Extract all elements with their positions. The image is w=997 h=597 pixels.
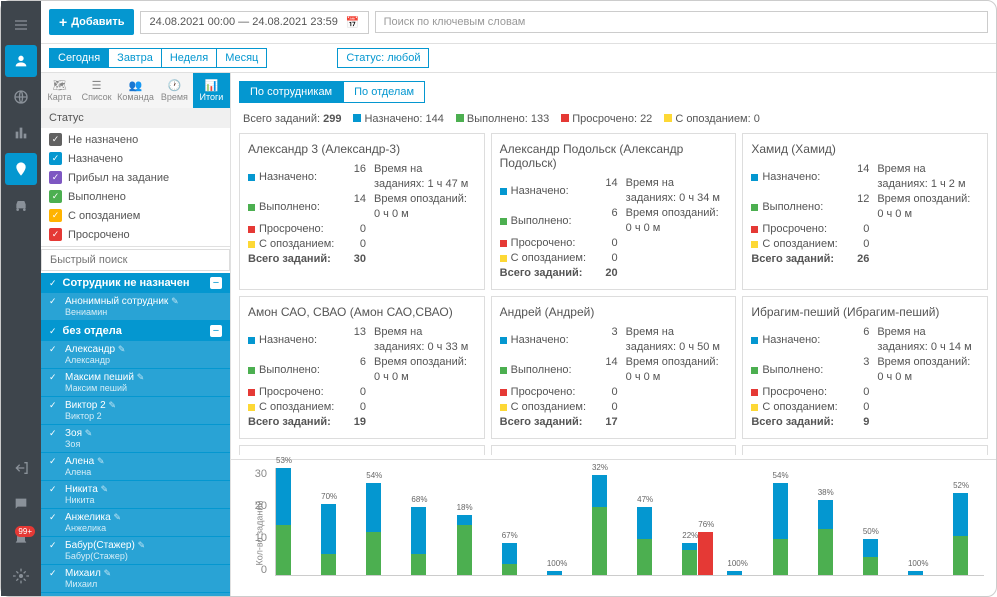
chart-bar: 54% (773, 468, 804, 575)
employee-card: Ибрагим-пеший (Ибрагим-пеший)Назначено:6… (742, 296, 988, 439)
calendar-icon: 📅 (346, 16, 360, 29)
employee-card: Александр 3 (Александр-3)Назначено:16Вре… (239, 133, 485, 290)
chart-bar: 22%76% (682, 468, 713, 575)
nav-rail: 99+ (1, 1, 41, 596)
tab-by-department[interactable]: По отделам (343, 81, 425, 103)
employee-card: Хамид (Хамид)Назначено:14Время на задани… (742, 133, 988, 290)
chart-bar: 53% (276, 468, 307, 575)
status-filter-dropdown[interactable]: Статус: любой (337, 48, 429, 68)
employee-card: Александр Подольск (Александр Подольск)Н… (491, 133, 737, 290)
chart-bar: 68% (411, 468, 442, 575)
employee-item[interactable]: Зоя ✎Зоя (41, 425, 230, 453)
chart-bar: 52% (953, 468, 984, 575)
employee-item[interactable]: Виктор 2 ✎Виктор 2 (41, 397, 230, 425)
rail-menu-icon[interactable] (5, 9, 37, 41)
chart-bar: 100% (547, 468, 578, 575)
status-checkbox[interactable]: Не назначено (41, 130, 230, 149)
topbar: Добавить 24.08.2021 00:00 — 24.08.2021 2… (41, 1, 996, 44)
employee-item[interactable]: Алена ✎Алена (41, 453, 230, 481)
tab-by-employee[interactable]: По сотрудникам (239, 81, 343, 103)
view-tab-3[interactable]: 🕐Время (156, 73, 193, 108)
chart-bar: 18% (457, 468, 488, 575)
rail-chart-icon[interactable] (5, 117, 37, 149)
status-checkbox[interactable]: Назначено (41, 149, 230, 168)
chart-bar: 100% (727, 468, 758, 575)
search-input[interactable]: Поиск по ключевым словам (375, 11, 988, 33)
rail-car-icon[interactable] (5, 189, 37, 221)
rail-gear-icon[interactable] (5, 560, 37, 592)
status-checkbox[interactable]: Просрочено (41, 225, 230, 244)
rail-bell-icon[interactable]: 99+ (5, 524, 37, 556)
employee-group-header[interactable]: ✓ Сотрудник не назначен− (41, 273, 230, 293)
period-toggle: Сегодня Завтра Неделя Месяц (49, 48, 267, 68)
chart: Кол-во заданий 3020100 53%70%54%68%18%67… (231, 459, 996, 596)
employee-item[interactable]: Александр ✎Александр (41, 341, 230, 369)
rail-pin-icon[interactable] (5, 153, 37, 185)
chart-bar: 54% (366, 468, 397, 575)
view-tab-1[interactable]: ☰Список (78, 73, 115, 108)
chart-bar: 50% (863, 468, 894, 575)
notification-badge: 99+ (15, 526, 35, 537)
chart-bar: 70% (321, 468, 352, 575)
add-button[interactable]: Добавить (49, 9, 134, 35)
employee-card: Вика (Вика)Назначено:1Время на заданиях:… (239, 445, 485, 455)
chart-bar: 47% (637, 468, 668, 575)
employee-item[interactable]: Анонимный сотрудник ✎Вениамин (41, 293, 230, 321)
employee-item[interactable]: Михаил ✎Михаил (41, 565, 230, 593)
rail-exit-icon[interactable] (5, 452, 37, 484)
quick-search-input[interactable] (41, 249, 230, 271)
employee-card: Андрей (Андрей)Назначено:3Время на задан… (491, 296, 737, 439)
chart-bar: 67% (502, 468, 533, 575)
employee-item[interactable]: Анжелика ✎Анжелика (41, 509, 230, 537)
period-week[interactable]: Неделя (162, 49, 217, 67)
period-today[interactable]: Сегодня (50, 49, 109, 67)
status-checkbox[interactable]: Прибыл на задание (41, 168, 230, 187)
rail-globe-icon[interactable] (5, 81, 37, 113)
employee-item[interactable]: Никита ✎Никита (41, 481, 230, 509)
period-month[interactable]: Месяц (217, 49, 266, 67)
employee-item[interactable]: Максим пеший ✎Максим пеший (41, 369, 230, 397)
totals-row: Всего заданий: 299 Назначено: 144 Выполн… (231, 111, 996, 133)
rail-chat-icon[interactable] (5, 488, 37, 520)
employee-card: ДжонникМалаховка (Джонник Малаховка)Назн… (742, 445, 988, 455)
view-tab-0[interactable]: 🗺Карта (41, 73, 78, 108)
status-checkbox[interactable]: Выполнено (41, 187, 230, 206)
status-checkbox[interactable]: С опозданием (41, 206, 230, 225)
employee-card: Виктор (Виктор)Назначено:9Время на задан… (491, 445, 737, 455)
sidebar: 🗺Карта☰Список👥Команда🕐Время📊Итоги Статус… (41, 73, 231, 596)
chart-bar: 100% (908, 468, 939, 575)
view-tab-4[interactable]: 📊Итоги (193, 73, 230, 108)
employee-card: Амон САО, СВАО (Амон САО,СВАО)Назначено:… (239, 296, 485, 439)
period-tomorrow[interactable]: Завтра (109, 49, 162, 67)
employee-item[interactable]: Бабур(Стажер) ✎Бабур(Стажер) (41, 537, 230, 565)
chart-bar: 32% (592, 468, 623, 575)
chart-bar: 38% (818, 468, 849, 575)
employee-item[interactable]: Александр Стажер ✎Александр Стажер (41, 593, 230, 596)
status-header: Статус (41, 108, 230, 128)
date-range-picker[interactable]: 24.08.2021 00:00 — 24.08.2021 23:59📅 (140, 11, 368, 34)
employee-group-header[interactable]: ✓ без отдела− (41, 321, 230, 341)
view-tab-2[interactable]: 👥Команда (115, 73, 156, 108)
rail-user-icon[interactable] (5, 45, 37, 77)
